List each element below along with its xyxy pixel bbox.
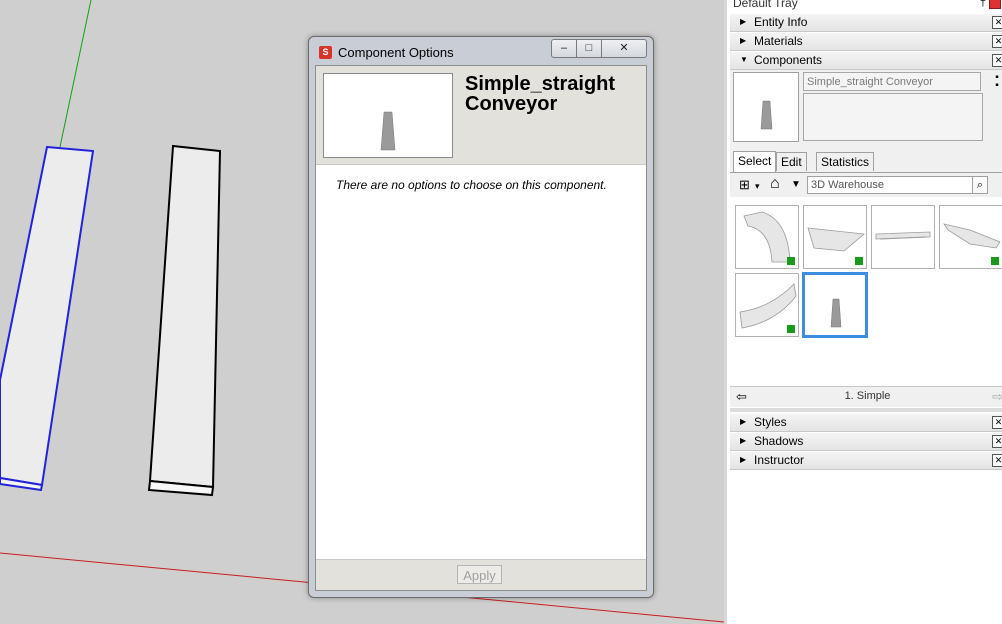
component-options-dialog: S Component Options – □ ✕ Simple_straigh…	[308, 36, 654, 598]
expand-arrow-icon: ▶	[740, 417, 747, 426]
dialog-title: Component Options	[338, 45, 454, 60]
details-menu-icon[interactable]: ▪ ▪	[991, 73, 1002, 91]
expand-arrow-icon: ▶	[740, 17, 747, 26]
dialog-titlebar[interactable]: S Component Options – □ ✕	[309, 37, 653, 65]
close-icon[interactable]: ✕	[992, 16, 1002, 29]
component-item-tapered-conveyor[interactable]	[939, 205, 1002, 269]
collection-name: 1. Simple	[844, 390, 891, 402]
components-tabs: Select Edit Statistics	[730, 150, 1002, 173]
close-icon[interactable]: ✕	[992, 416, 1002, 429]
green-axis	[59, 0, 92, 148]
collection-navigation: ⇦ 1. Simple ⇨	[730, 386, 1002, 407]
default-tray: Default Tray † ▶ Entity Info ✕ ▶ Materia…	[724, 0, 1002, 624]
navigation-dropdown-icon[interactable]: ▼	[791, 179, 801, 190]
conveyor-model[interactable]	[147, 144, 222, 497]
search-icon[interactable]: ⌕	[972, 176, 988, 194]
panel-label: Materials	[754, 34, 803, 48]
components-grid	[730, 199, 1002, 386]
download-icon	[855, 257, 863, 265]
minimize-button[interactable]: –	[551, 39, 577, 58]
collapse-arrow-icon: ▼	[740, 55, 748, 64]
panel-instructor[interactable]: ▶ Instructor ✕	[730, 451, 1002, 470]
close-icon[interactable]: ✕	[992, 435, 1002, 448]
panel-label: Styles	[754, 415, 787, 429]
expand-arrow-icon: ▶	[740, 436, 747, 445]
tab-select[interactable]: Select	[733, 151, 777, 172]
component-name-heading: Simple_straight Conveyor	[465, 73, 616, 115]
close-icon[interactable]: ✕	[992, 35, 1002, 48]
component-item-angled-conveyor-flat[interactable]	[803, 205, 867, 269]
component-item-curved-conveyor[interactable]	[735, 205, 799, 269]
panel-label: Shadows	[754, 434, 804, 448]
expand-arrow-icon: ▶	[740, 455, 747, 464]
apply-button[interactable]: Apply	[457, 565, 502, 584]
component-item-simple-straight-conveyor[interactable]	[802, 272, 868, 338]
component-description-field[interactable]	[803, 93, 983, 141]
panel-resize-handle[interactable]	[730, 408, 1002, 412]
tray-title: Default Tray	[733, 0, 798, 10]
panel-entity-info[interactable]: ▶ Entity Info ✕	[730, 13, 1002, 32]
pin-icon[interactable]: †	[980, 0, 986, 9]
sketchup-app-icon: S	[319, 46, 332, 59]
panel-materials[interactable]: ▶ Materials ✕	[730, 32, 1002, 51]
download-icon	[787, 257, 795, 265]
forward-arrow-icon[interactable]: ⇨	[992, 389, 1002, 405]
components-toolbar: ⊞ ▾ ⌂ ▼ 3D Warehouse ⌕	[730, 173, 1002, 197]
panel-label: Components	[754, 53, 823, 67]
search-input[interactable]: 3D Warehouse	[807, 176, 976, 194]
tab-statistics[interactable]: Statistics	[816, 152, 875, 171]
panel-label: Entity Info	[754, 15, 808, 29]
component-item-long-straight-conveyor[interactable]	[871, 205, 935, 269]
tray-close-icon[interactable]	[989, 0, 1001, 9]
panel-shadows[interactable]: ▶ Shadows ✕	[730, 432, 1002, 451]
component-thumbnail	[323, 73, 453, 158]
panel-styles[interactable]: ▶ Styles ✕	[730, 413, 1002, 432]
panel-label: Instructor	[754, 453, 805, 467]
tab-edit[interactable]: Edit	[776, 152, 807, 171]
component-item-curve-segment-conveyor[interactable]	[735, 273, 799, 337]
download-icon	[991, 257, 999, 265]
close-icon[interactable]: ✕	[992, 454, 1002, 467]
component-header: Simple_straight Conveyor	[316, 66, 646, 165]
selected-conveyor-model[interactable]	[0, 145, 95, 492]
component-name-field[interactable]: Simple_straight Conveyor	[803, 72, 981, 91]
no-options-message: There are no options to choose on this c…	[336, 178, 607, 192]
close-icon[interactable]: ✕	[992, 54, 1002, 67]
close-button[interactable]: ✕	[602, 39, 647, 58]
dropdown-arrow-icon[interactable]: ▾	[755, 181, 760, 192]
home-icon[interactable]: ⌂	[770, 175, 780, 193]
components-info: Simple_straight Conveyor ▪ ▪	[730, 70, 1002, 150]
grid-view-icon[interactable]: ⊞	[739, 177, 750, 193]
dialog-content: Simple_straight Conveyor There are no op…	[315, 65, 647, 591]
dialog-footer: Apply	[316, 559, 646, 590]
download-icon	[787, 325, 795, 333]
maximize-button[interactable]: □	[577, 39, 602, 58]
panel-components[interactable]: ▼ Components ✕	[730, 51, 1002, 70]
component-preview	[733, 72, 799, 142]
expand-arrow-icon: ▶	[740, 36, 747, 45]
